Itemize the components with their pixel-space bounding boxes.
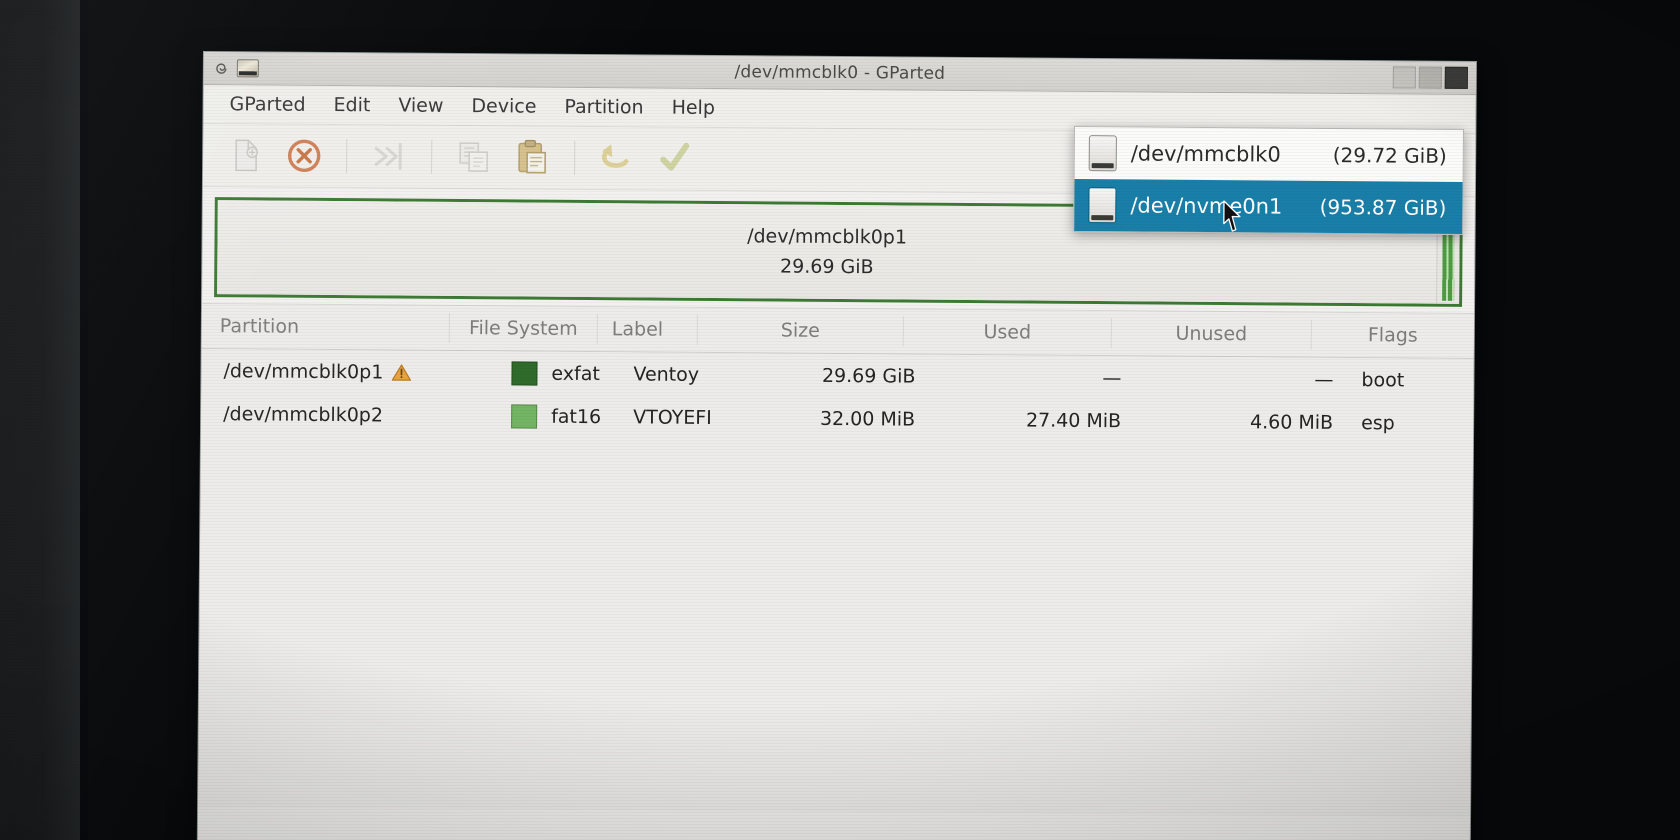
cell-size: 29.69 GiB: [821, 364, 916, 388]
device-dropdown-menu: /dev/mmcblk0 (29.72 GiB) /dev/nvme0n1 (9…: [1073, 126, 1464, 236]
filesystem-name: fat16: [551, 405, 602, 428]
device-option-name: /dev/mmcblk0: [1130, 141, 1281, 167]
mouse-cursor: [1222, 200, 1244, 236]
apply-checkmark-icon: [660, 142, 690, 171]
partition-graphic-size: 29.69 GiB: [779, 255, 874, 279]
window-title: /dev/mmcblk0 - GParted: [734, 62, 946, 84]
menu-partition[interactable]: Partition: [550, 93, 657, 122]
column-header-size[interactable]: Size: [697, 314, 904, 347]
undo-arrow-icon: [602, 144, 629, 168]
column-header-flags[interactable]: Flags: [1312, 320, 1474, 351]
menu-gparted[interactable]: GParted: [215, 90, 319, 119]
cell-used: 27.40 MiB: [1025, 408, 1122, 432]
cell-label: Ventoy: [633, 362, 700, 386]
titlebar-icon-group: [204, 59, 259, 78]
toolbar-separator-2: [431, 139, 433, 174]
gparted-spiral-icon: [213, 60, 230, 77]
device-option-name: /dev/nvme0n1: [1130, 193, 1283, 219]
new-document-icon: [235, 139, 259, 172]
toolbar-group-create: [217, 132, 333, 179]
menu-edit[interactable]: Edit: [319, 91, 384, 120]
filesystem-color-swatch: [511, 403, 538, 429]
cell-filesystem: exfat: [471, 351, 619, 395]
cell-label: VTOYEFI: [633, 405, 712, 429]
partition-table: Partition File System Label Size Used Un…: [198, 302, 1474, 817]
delete-circle-icon: [287, 139, 321, 172]
paste-button[interactable]: [503, 134, 561, 180]
new-partition-button[interactable]: [217, 132, 275, 178]
toolbar-group-apply: [588, 135, 704, 182]
drive-icon: [1088, 187, 1117, 224]
cell-size: 32.00 MiB: [819, 407, 916, 431]
cell-flags: esp: [1361, 411, 1395, 434]
device-option-size: (953.87 GiB): [1319, 194, 1447, 220]
partition-name: /dev/mmcblk0p1: [223, 359, 384, 383]
menu-help[interactable]: Help: [658, 94, 730, 123]
column-header-label[interactable]: Label: [597, 314, 698, 345]
menu-device[interactable]: Device: [457, 92, 550, 121]
filesystem-name: exfat: [551, 362, 600, 385]
cell-used: —: [1102, 366, 1122, 389]
close-button[interactable]: [1444, 66, 1468, 89]
partition-name: /dev/mmcblk0p2: [223, 402, 384, 426]
undo-button[interactable]: [588, 135, 646, 181]
minimize-button[interactable]: [1392, 66, 1416, 89]
copy-icon: [459, 142, 489, 173]
cell-unused: —: [1314, 368, 1334, 391]
resize-move-icon: [374, 143, 402, 171]
monitor-photo: /dev/mmcblk0 - GParted GParted Edit View…: [0, 0, 1680, 840]
partition-graphic-name: /dev/mmcblk0p1: [747, 225, 908, 249]
toolbar-separator-1: [346, 139, 348, 174]
warning-icon: [391, 363, 411, 381]
filesystem-color-swatch: [511, 360, 538, 386]
device-option-size: (29.72 GiB): [1332, 143, 1447, 168]
apply-button[interactable]: [646, 135, 704, 181]
column-header-partition[interactable]: Partition: [201, 310, 450, 343]
column-header-used[interactable]: Used: [903, 316, 1112, 349]
toolbar-separator-3: [574, 140, 576, 175]
gparted-app-icon: [236, 59, 259, 78]
resize-move-button[interactable]: [360, 133, 418, 179]
toolbar-group-resize: [360, 133, 418, 179]
window-controls[interactable]: [1392, 66, 1468, 89]
bezel-left-edge: [0, 0, 80, 840]
device-option-mmcblk0[interactable]: /dev/mmcblk0 (29.72 GiB): [1075, 127, 1463, 182]
cell-unused: 4.60 MiB: [1249, 410, 1334, 434]
cell-partition: /dev/mmcblk0p1: [201, 349, 471, 394]
drive-icon: [1088, 135, 1117, 172]
column-header-unused[interactable]: Unused: [1111, 318, 1312, 350]
copy-button[interactable]: [445, 134, 503, 180]
column-header-filesystem[interactable]: File System: [449, 312, 598, 345]
delete-partition-button[interactable]: [275, 133, 333, 179]
maximize-button[interactable]: [1418, 66, 1442, 89]
cell-flags: boot: [1361, 368, 1405, 391]
table-empty-area: [198, 434, 1473, 817]
toolbar-group-clipboard: [445, 134, 561, 181]
cell-filesystem: fat16: [471, 394, 619, 438]
menu-view[interactable]: View: [384, 91, 457, 120]
cell-partition: /dev/mmcblk0p2: [201, 392, 471, 437]
device-option-nvme0n1[interactable]: /dev/nvme0n1 (953.87 GiB): [1074, 179, 1463, 235]
paste-clipboard-icon: [518, 139, 547, 174]
